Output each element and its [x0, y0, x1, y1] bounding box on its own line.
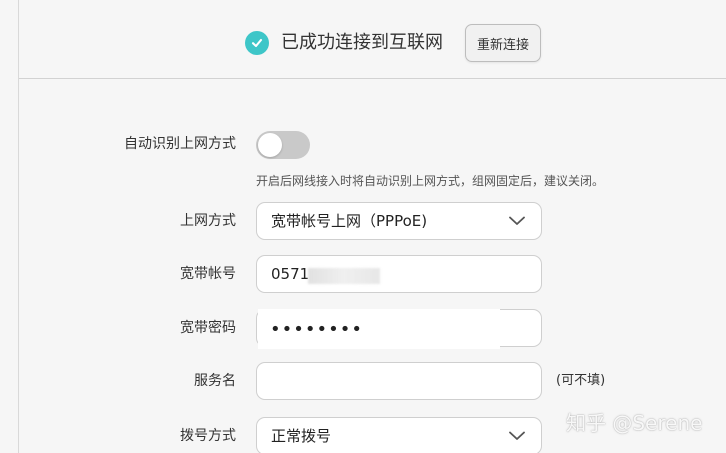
reconnect-button[interactable]: 重新连接 — [465, 24, 541, 62]
auto-detect-label: 自动识别上网方式 — [124, 136, 236, 152]
dial-mode-select[interactable]: 正常拨号 — [256, 417, 542, 453]
dial-mode-value: 正常拨号 — [271, 427, 332, 445]
dial-mode-label: 拨号方式 — [180, 428, 236, 444]
redacted-account-blur — [308, 268, 380, 284]
auto-detect-toggle[interactable] — [256, 131, 310, 159]
router-network-settings-page: 已成功连接到互联网 重新连接 自动识别上网方式 开启后网线接入时将自动识别上网方… — [0, 0, 726, 453]
chevron-down-icon — [509, 216, 525, 225]
left-border — [0, 0, 19, 453]
service-name-label: 服务名 — [194, 373, 236, 389]
toggle-knob — [258, 133, 282, 157]
service-name-input[interactable] — [256, 362, 542, 400]
password-label: 宽带密码 — [180, 320, 236, 336]
auto-detect-hint: 开启后网线接入时将自动识别上网方式，组网固定后，建议关闭。 — [256, 174, 605, 188]
account-input[interactable]: 0571 — [256, 255, 542, 293]
account-label: 宽带帐号 — [180, 266, 236, 282]
check-mark-icon — [251, 38, 263, 48]
password-value-overlay: •••••••• — [270, 319, 363, 340]
connection-type-value: 宽带帐号上网（PPPoE) — [271, 212, 428, 230]
connection-status-text: 已成功连接到互联网 — [281, 32, 443, 53]
chevron-down-icon — [509, 431, 525, 440]
check-circle-icon — [245, 31, 269, 55]
connection-type-select[interactable]: 宽带帐号上网（PPPoE) — [256, 202, 542, 240]
zhihu-watermark: 知乎 @Serene — [566, 411, 703, 435]
account-value: 0571 — [271, 265, 310, 283]
service-name-optional-note: (可不填) — [556, 373, 606, 388]
connection-type-label: 上网方式 — [180, 213, 236, 229]
